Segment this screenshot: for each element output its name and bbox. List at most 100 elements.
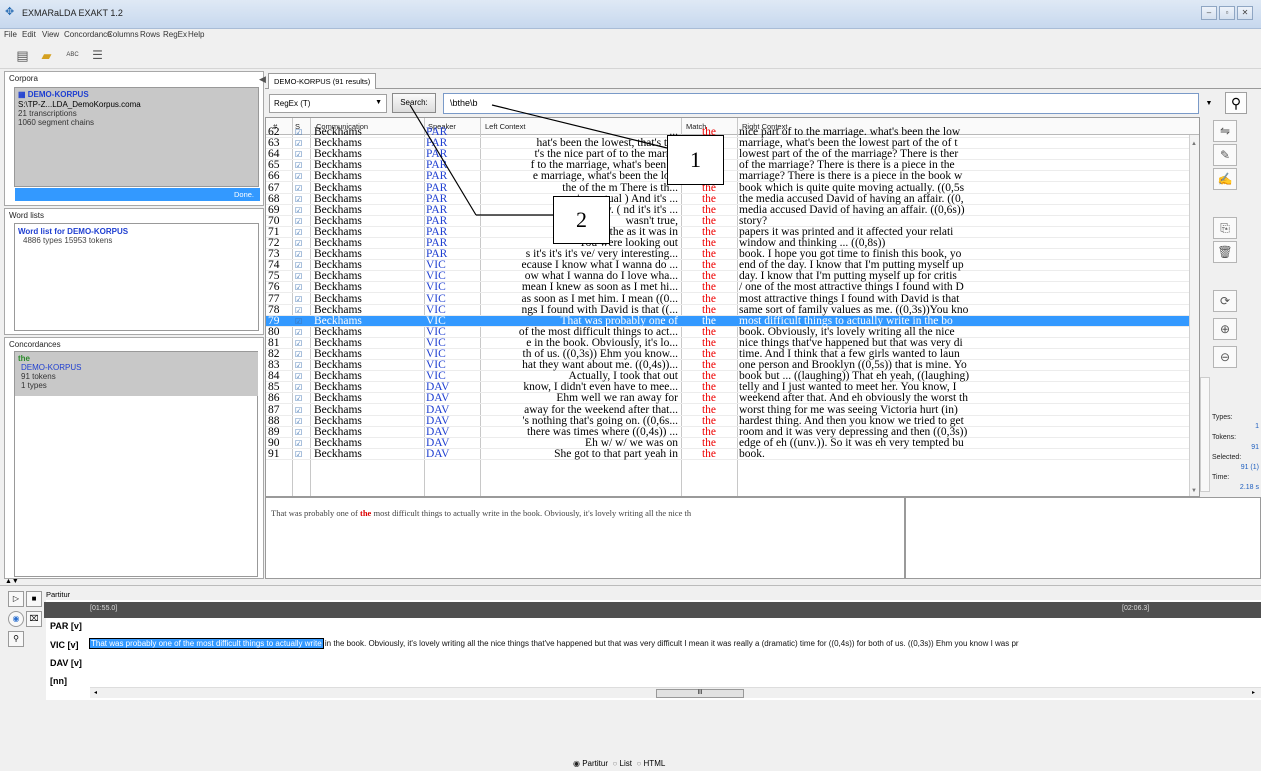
menu-regex[interactable]: RegEx [163, 30, 187, 39]
table-row[interactable]: 67 ☑ Beckhams PAR the of the m There is th..… [266, 183, 1199, 194]
table-row[interactable]: 81 ☑ Beckhams VIC e in the book. Obviously, … [266, 338, 1199, 349]
play-icon[interactable]: ▷ [8, 591, 24, 607]
stats-scroll[interactable] [1200, 377, 1210, 492]
row-checkbox[interactable]: ☑ [295, 216, 305, 227]
row-checkbox[interactable]: ☑ [295, 249, 305, 260]
row-checkbox[interactable]: ☑ [295, 382, 305, 393]
stop-icon[interactable]: ■ [26, 591, 42, 607]
row-checkbox[interactable]: ☑ [295, 149, 305, 160]
row-checkbox[interactable]: ☑ [295, 405, 305, 416]
menu-view[interactable]: View [42, 30, 59, 39]
partitur-editor-icon[interactable]: ⌧ [26, 611, 42, 627]
collapse-arrow-icon[interactable]: ◀ [259, 74, 266, 85]
delete-icon[interactable]: 🗑 [1213, 241, 1237, 263]
open-folder-icon[interactable]: ▰ [38, 47, 55, 64]
wordlist-abc-icon[interactable]: ABC [64, 47, 81, 64]
menu-concordance[interactable]: Concordance [64, 30, 112, 39]
table-row[interactable]: 64 ☑ Beckhams PAR t's the nice part of to th… [266, 149, 1199, 161]
table-row[interactable]: 88 ☑ Beckhams DAV 's nothing that's going on… [266, 416, 1199, 427]
regex-input[interactable]: \bthe\b [443, 93, 1199, 114]
row-checkbox[interactable]: ☑ [295, 416, 305, 427]
table-row[interactable]: 65 ☑ Beckhams PAR f to the marriage, what's … [266, 160, 1199, 172]
search-button[interactable]: Search: [392, 93, 436, 113]
radio-partitur-label[interactable]: Partitur [582, 759, 608, 768]
table-row[interactable]: 70 ☑ Beckhams PAR wasn't true, the story? [266, 216, 1199, 227]
row-checkbox[interactable]: ☑ [295, 183, 305, 194]
table-row[interactable]: 82 ☑ Beckhams VIC th of us. ((0,3s)) Ehm you… [266, 349, 1199, 361]
splitter-arrows-icon[interactable]: ▲▼ [5, 578, 19, 585]
table-row[interactable]: 86 ☑ Beckhams DAV Ehm well we ran away for th… [266, 393, 1199, 405]
table-row[interactable]: 79 ☑ Beckhams VIC That was probably one of th… [266, 315, 1199, 327]
row-checkbox[interactable]: ☑ [295, 393, 305, 404]
table-row[interactable]: 66 ☑ Beckhams PAR e marriage, what's been th… [266, 171, 1199, 183]
table-vscroll[interactable]: ▲ ▼ [1189, 135, 1199, 496]
zoom-in-icon[interactable]: ⊕ [1213, 318, 1237, 340]
search-icon[interactable]: ⚲ [8, 631, 24, 647]
search-mode-select[interactable]: RegEx (T) ▼ [269, 94, 387, 113]
row-checkbox[interactable]: ☑ [295, 360, 305, 371]
copy-icon[interactable]: ⎘ [1213, 217, 1237, 239]
table-row[interactable]: 84 ☑ Beckhams VIC Actually, I took that out t… [266, 371, 1199, 383]
radio-list-label[interactable]: List [620, 759, 632, 768]
row-checkbox[interactable]: ☑ [295, 194, 305, 205]
table-row[interactable]: 75 ☑ Beckhams VIC ow what I wanna do I love … [266, 271, 1199, 283]
row-checkbox[interactable]: ☑ [295, 171, 305, 182]
table-row[interactable]: 69 ☑ Beckhams PAR g actually. ( nd it's it's… [266, 205, 1199, 216]
row-checkbox[interactable]: ☑ [295, 138, 305, 149]
regex-history-dropdown[interactable]: ▼ [1200, 93, 1218, 114]
clip-icon[interactable]: ✎ [1213, 144, 1237, 166]
scroll-up-icon[interactable]: ▲ [1191, 141, 1197, 147]
menu-help[interactable]: Help [188, 30, 204, 39]
row-checkbox[interactable]: ☑ [295, 294, 305, 305]
menu-rows[interactable]: Rows [140, 30, 160, 39]
zoom-out-icon[interactable]: ⊖ [1213, 346, 1237, 368]
filter-icon[interactable]: ⇋ [1213, 120, 1237, 142]
table-row[interactable]: 87 ☑ Beckhams DAV away for the weekend after… [266, 405, 1199, 416]
table-row[interactable]: 68 ☑ Beckhams PAR oving actual ) And it's ..… [266, 194, 1199, 205]
row-checkbox[interactable]: ☑ [295, 438, 305, 449]
radio-html-icon[interactable]: ○ [636, 759, 641, 768]
table-row[interactable]: 91 ☑ Beckhams DAV She got to that part yeah … [266, 449, 1199, 460]
row-checkbox[interactable]: ☑ [295, 327, 305, 338]
minimize-button[interactable]: – [1201, 6, 1217, 20]
table-row[interactable]: 62 ☑ Beckhams PAR... the nice part of to the … [266, 127, 1199, 139]
row-checkbox[interactable]: ☑ [295, 260, 305, 271]
row-checkbox[interactable]: ☑ [295, 271, 305, 282]
table-row[interactable]: 85 ☑ Beckhams DAV know, I didn't even have t… [266, 382, 1199, 394]
radio-list-icon[interactable]: ○ [612, 759, 617, 768]
row-checkbox[interactable]: ☑ [295, 338, 305, 349]
table-row[interactable]: 73 ☑ Beckhams PAR s it's it's it's ve/ very … [266, 249, 1199, 261]
concordance-item[interactable]: the DEMO-KORPUS 91 tokens 1 types [15, 352, 258, 396]
row-checkbox[interactable]: ☑ [295, 316, 305, 327]
vic-highlighted-event[interactable]: That was probably one of the most diffic… [89, 638, 324, 649]
row-checkbox[interactable]: ☑ [295, 205, 305, 216]
menu-columns[interactable]: Columns [107, 30, 139, 39]
table-row[interactable]: 83 ☑ Beckhams VIC hat they want about me. ((… [266, 360, 1199, 372]
table-row[interactable]: 78 ☑ Beckhams VIC ngs I found with David is … [266, 305, 1199, 316]
globe-icon[interactable]: ◉ [8, 611, 24, 627]
close-button[interactable]: ✕ [1237, 6, 1253, 20]
table-row[interactable]: 76 ☑ Beckhams VIC mean I knew as soon as I m… [266, 282, 1199, 294]
scroll-thumb[interactable]: III [656, 689, 744, 698]
row-checkbox[interactable]: ☑ [295, 160, 305, 171]
tier-vic[interactable]: VIC [v] [50, 640, 79, 650]
row-checkbox[interactable]: ☑ [295, 238, 305, 249]
maximize-button[interactable]: ▫ [1219, 6, 1235, 20]
row-checkbox[interactable]: ☑ [295, 349, 305, 360]
wordlist-title[interactable]: Word list for DEMO-KORPUS [18, 227, 128, 236]
menu-edit[interactable]: Edit [22, 30, 36, 39]
table-row[interactable]: 63 ☑ Beckhams PAR hat's been the lowest, tha… [266, 138, 1199, 150]
scroll-down-icon[interactable]: ▼ [1191, 488, 1197, 494]
corpus-item[interactable]: ▦ DEMO-KORPUS S:\TP-Z...LDA_DemoKorpus.c… [14, 87, 259, 187]
tier-par[interactable]: PAR [v] [50, 621, 82, 631]
edit-icon[interactable]: ✍ [1213, 168, 1237, 190]
table-row[interactable]: 74 ☑ Beckhams VIC ecause I know what I wanna… [266, 260, 1199, 272]
table-row[interactable]: 90 ☑ Beckhams DAV Eh w/ w/ we was on the edge … [266, 438, 1199, 449]
radio-partitur-icon[interactable]: ◉ [573, 759, 580, 768]
radio-html-label[interactable]: HTML [644, 759, 666, 768]
open-corpus-icon[interactable]: ▤ [14, 47, 31, 64]
menu-file[interactable]: File [4, 30, 17, 39]
scroll-right-icon[interactable]: ▸ [1252, 689, 1255, 696]
row-checkbox[interactable]: ☑ [295, 371, 305, 382]
row-checkbox[interactable]: ☑ [295, 127, 305, 138]
